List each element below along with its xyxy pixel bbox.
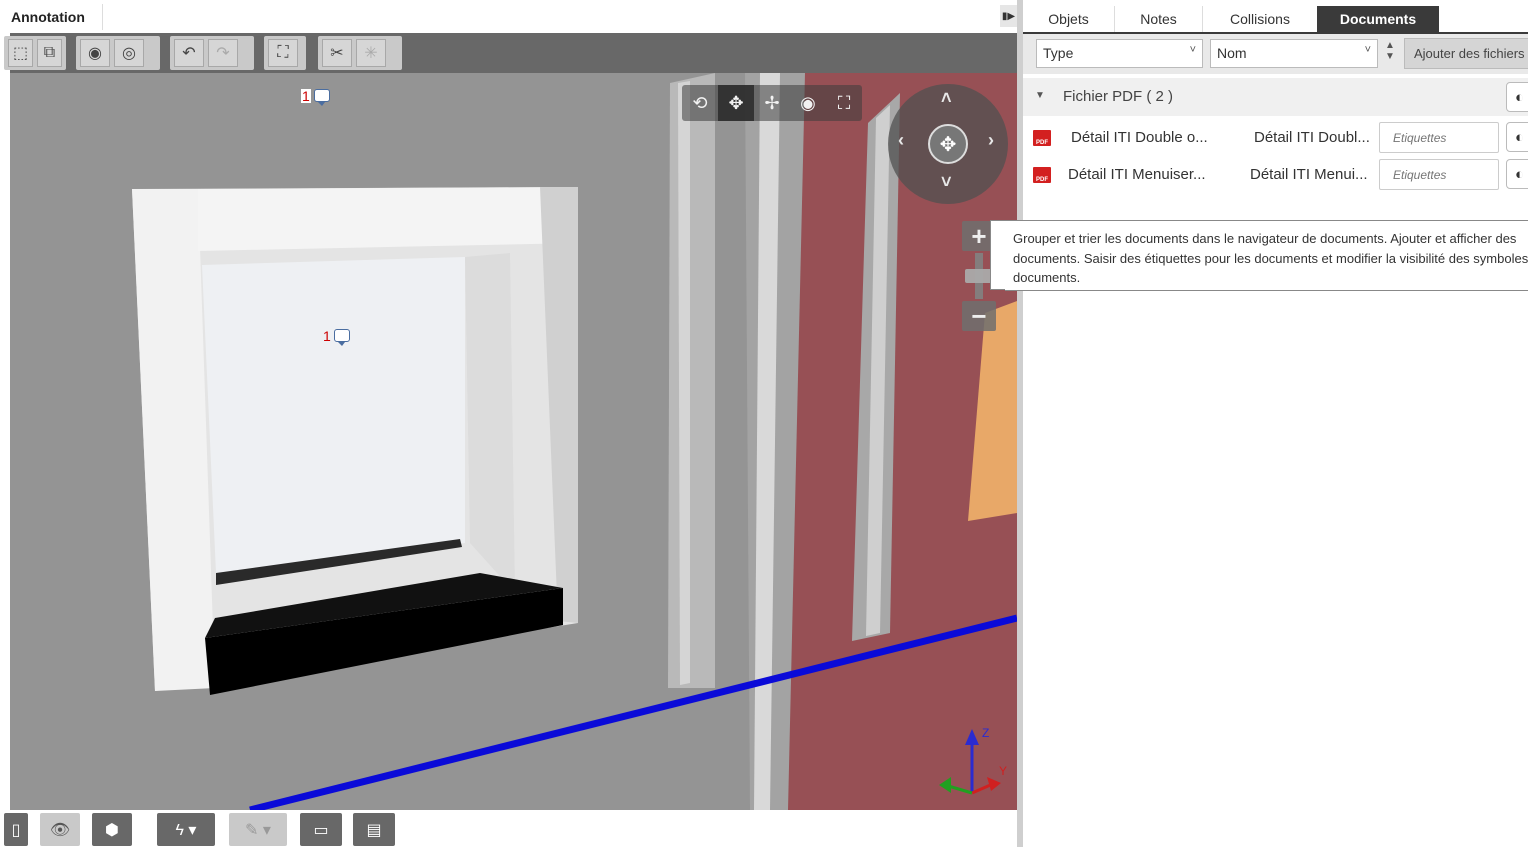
- look-icon[interactable]: ◉: [790, 85, 826, 121]
- chevron-down-icon: ˅: [1189, 44, 1196, 56]
- cube-view-icon[interactable]: ⬢: [92, 813, 132, 846]
- select-tools-group: ⬚ ⧉: [4, 36, 66, 70]
- undo-icon[interactable]: ↶: [174, 39, 204, 67]
- group-by-value: Type: [1043, 45, 1074, 61]
- group-label: Fichier PDF ( 2 ): [1063, 88, 1174, 105]
- document-tags-input[interactable]: [1379, 159, 1499, 190]
- collapse-panel-button[interactable]: ▮▶: [1000, 5, 1017, 27]
- z-axis-label: Z: [982, 726, 989, 740]
- document-description: Détail ITI Doubl...: [1254, 129, 1370, 146]
- hide-selected-icon[interactable]: ◉: [80, 39, 110, 67]
- 3d-scene: [132, 73, 1017, 810]
- document-description: Détail ITI Menui...: [1250, 166, 1368, 183]
- section-plane-icon[interactable]: ✂: [322, 39, 352, 67]
- move-icon[interactable]: ✢: [754, 85, 790, 121]
- x-axis-arrow: [939, 777, 951, 793]
- zoom-slider-thumb[interactable]: [965, 269, 993, 283]
- document-visibility-eye-icon[interactable]: ◐: [1506, 122, 1528, 152]
- fit-view-icon[interactable]: ⛶: [826, 85, 862, 121]
- pdf-file-icon: PDF: [1033, 167, 1051, 183]
- add-files-button[interactable]: Ajouter des fichiers: [1404, 38, 1528, 69]
- section-tools-group: ✂ ✳: [318, 36, 402, 70]
- history-tools-group: ↶ ↷: [170, 36, 254, 70]
- tooltip: Grouper et trier les documents dans le n…: [1005, 220, 1528, 291]
- panel-tabs: Objets Notes Collisions Documents: [1023, 6, 1528, 32]
- post-left-highlight: [678, 81, 690, 685]
- viewer-header: Annotation ▮▶: [0, 0, 1017, 33]
- visibility-tools-group: ◉ ◎: [76, 36, 160, 70]
- viewer-toolbar: ⬚ ⧉ ◉ ◎ ↶ ↷ ⛶ ✂ ✳: [4, 33, 1017, 73]
- select-box-icon[interactable]: ⬚: [8, 39, 33, 67]
- tooltip-text: Grouper et trier les documents dans le n…: [1013, 231, 1528, 285]
- orbit-icon[interactable]: ⟲: [682, 85, 718, 121]
- lightning-dropdown-icon[interactable]: ϟ ▾: [157, 813, 215, 846]
- documents-panel: Objets Notes Collisions Documents Type ˅…: [1023, 0, 1528, 847]
- sort-by-select[interactable]: Nom ˅: [1210, 39, 1378, 68]
- view-mode-icon[interactable]: ▯: [4, 813, 28, 846]
- comment-bubble-icon: [313, 89, 330, 106]
- chevron-down-icon: ˅: [1364, 44, 1371, 56]
- annotation-marker[interactable]: 1: [323, 328, 350, 346]
- select-hidden-icon[interactable]: ⧉: [37, 39, 62, 67]
- y-axis-label: Y: [999, 764, 1007, 778]
- tab-objets[interactable]: Objets: [1023, 6, 1115, 32]
- document-visibility-eye-icon[interactable]: ◐: [1506, 159, 1528, 189]
- post-left: [668, 73, 715, 688]
- navigation-wheel[interactable]: ˄ ˅ ‹ › ✥: [888, 84, 1008, 204]
- document-name[interactable]: Détail ITI Double o...: [1071, 129, 1208, 146]
- sort-by-value: Nom: [1217, 45, 1247, 61]
- redo-icon[interactable]: ↷: [208, 39, 238, 67]
- section-clear-icon[interactable]: ✳: [356, 39, 386, 67]
- document-group-header[interactable]: ▼ Fichier PDF ( 2 ) ◐: [1023, 78, 1528, 116]
- expand-triangle-icon[interactable]: ▼: [1035, 90, 1045, 101]
- group-by-select[interactable]: Type ˅: [1036, 39, 1203, 68]
- viewer-title: Annotation: [11, 9, 85, 25]
- fit-tools-group: ⛶: [264, 36, 306, 70]
- window-glass: [202, 257, 465, 573]
- fit-all-icon[interactable]: ⛶: [268, 39, 298, 67]
- sort-order-toggle[interactable]: ▲ ▼: [1385, 40, 1397, 68]
- window-reveal: [465, 253, 515, 593]
- 3d-viewport[interactable]: 1 1 ⟲ ✥ ✢ ◉ ⛶ ˄ ˅ ‹ › ✥ + − Z Y: [10, 73, 1017, 810]
- document-row[interactable]: PDF Détail ITI Menuiser... Détail ITI Me…: [1023, 156, 1528, 193]
- comment-bubble-icon: [333, 329, 350, 346]
- document-icon[interactable]: ▤: [353, 813, 395, 846]
- axis-triad: Z Y: [939, 726, 1007, 795]
- navigation-toolbar: ⟲ ✥ ✢ ◉ ⛶: [682, 85, 862, 121]
- chevron-right-icon[interactable]: ›: [988, 130, 994, 151]
- y-axis-arrow: [987, 777, 1001, 791]
- z-axis-arrow: [965, 729, 979, 745]
- viewer-bottom-toolbar: ▯ 👁 ⬢ ϟ ▾ ✎ ▾ ▭ ▤: [4, 810, 1017, 847]
- document-tags-input[interactable]: [1379, 122, 1499, 153]
- pan-center-icon[interactable]: ✥: [928, 124, 968, 164]
- tab-documents[interactable]: Documents: [1317, 6, 1439, 32]
- document-filter-bar: Type ˅ Nom ˅ ▲ ▼ Ajouter des fichiers: [1023, 34, 1528, 74]
- document-name[interactable]: Détail ITI Menuiser...: [1068, 166, 1206, 183]
- chevron-up-icon[interactable]: ˄: [941, 88, 952, 109]
- style-dropdown-icon[interactable]: ✎ ▾: [229, 813, 287, 846]
- window-head: [198, 187, 578, 251]
- annotation-marker[interactable]: 1: [301, 88, 330, 106]
- tab-notes[interactable]: Notes: [1115, 6, 1203, 32]
- show-all-icon[interactable]: ◎: [114, 39, 144, 67]
- comment-icon[interactable]: ▭: [300, 813, 342, 846]
- annotation-number: 1: [301, 88, 311, 104]
- tab-collisions[interactable]: Collisions: [1203, 6, 1317, 32]
- pdf-file-icon: PDF: [1033, 130, 1051, 146]
- viewer-pane: Annotation ▮▶ ⬚ ⧉ ◉ ◎ ↶ ↷ ⛶ ✂ ✳ 1 1 ⟲ ✥ …: [0, 0, 1017, 847]
- chevron-down-icon[interactable]: ˅: [941, 172, 952, 193]
- header-divider: [102, 4, 103, 30]
- chevron-left-icon[interactable]: ‹: [898, 130, 904, 151]
- zoom-out-button[interactable]: −: [962, 301, 996, 331]
- visibility-eye-icon[interactable]: 👁: [40, 813, 80, 846]
- pan-icon[interactable]: ✥: [718, 85, 754, 121]
- annotation-number: 1: [323, 328, 331, 344]
- group-visibility-eye-icon[interactable]: ◐: [1506, 82, 1528, 112]
- document-row[interactable]: PDF Détail ITI Double o... Détail ITI Do…: [1023, 119, 1528, 156]
